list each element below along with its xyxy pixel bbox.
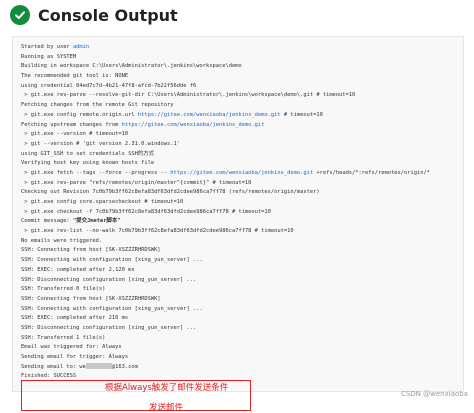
console-line: SSH: Connecting from host [SK-XSZZZRHRDS… <box>21 247 161 254</box>
redacted-mask <box>85 363 112 370</box>
console-line: Verifying host key using known hosts fil… <box>21 160 155 167</box>
console-line: using credential 04ed7c7d-4b21-47f8-afcd… <box>21 82 197 89</box>
console-line: Running as SYSTEM <box>21 53 77 60</box>
console-line: > git.exe rev-parse "refs/remotes/origin… <box>21 179 252 186</box>
watermark: CSDN @wenxiaoba <box>400 390 468 398</box>
console-line: > git.exe rev-list --no-walk 7c0b79b3ff6… <box>21 228 294 235</box>
console-line: Sending email to: we @163.com <box>21 363 138 370</box>
console-line: Sending email for trigger: Always <box>21 354 129 360</box>
console-output-header: Console Output <box>10 4 178 26</box>
console-line: > git.exe config remote.origin.url https… <box>21 111 323 118</box>
console-line: using GIT_SSH to set credentials SSH的方式 <box>21 150 155 157</box>
page-title: Console Output <box>38 5 178 25</box>
console-line: SSH: Connecting with configuration [xing… <box>21 305 203 312</box>
console-line: Email was triggered for: Always <box>21 344 122 351</box>
user-link[interactable]: admin <box>73 44 89 50</box>
console-line: SSH: Connecting with configuration [xing… <box>21 257 203 264</box>
console-line: > git.exe config core.sparsecheckout # t… <box>21 199 184 205</box>
check-circle-icon <box>10 5 30 25</box>
console-line: Commit message: "提交Jmeter脚本" <box>21 218 121 225</box>
console-line: > git.exe --version # timeout=10 <box>21 131 129 138</box>
annotation-send-note: 发送邮件 <box>149 403 184 413</box>
repo-link[interactable]: https://gitee.com/wenxiaoba/jenkins_demo… <box>122 122 265 128</box>
console-line: The recommended git tool is: NONE <box>21 73 129 80</box>
console-line: SSH: EXEC: completed after 210 ms <box>21 315 129 322</box>
console-line: > git.exe rev-parse --resolve-git-dir C:… <box>21 92 356 99</box>
console-line: SSH: Disconnecting configuration [xing_y… <box>21 276 197 283</box>
console-line: No emails were triggered. <box>21 237 103 244</box>
console-line: SSH: Transferred 1 file(s) <box>21 334 106 341</box>
console-log: Started by user admin Running as SYSTEM … <box>12 36 464 413</box>
console-line: Fetching upstream changes from https://g… <box>21 121 265 128</box>
repo-link[interactable]: https://gitee.com/wenxiaoba/jenkins_demo… <box>170 170 313 176</box>
console-line: > git.exe fetch --tags --force --progres… <box>21 169 430 176</box>
console-line: SSH: Disconnecting configuration [xing_y… <box>21 324 197 331</box>
console-line: Started by user admin <box>21 44 90 50</box>
console-line: > git --version # 'git version 2.31.0.wi… <box>21 140 181 147</box>
console-line: Checking out Revision 7c0b79b3ff62c8efa8… <box>21 189 320 196</box>
console-line: SSH: EXEC: completed after 2,120 ms <box>21 266 135 273</box>
console-line: SSH: Transferred 0 file(s) <box>21 286 106 293</box>
console-line: SSH: Connecting from host [SK-XSZZZRHRDS… <box>21 295 161 302</box>
annotation-trigger-note: 根据Always触发了邮件发送条件 <box>105 383 229 393</box>
console-line: Building in workspace C:\Users\Administr… <box>21 63 242 70</box>
repo-link[interactable]: https://gitee.com/wenxiaoba/jenkins_demo… <box>138 112 281 118</box>
console-line: > git.exe checkout -f 7c0b79b3ff62c8efa8… <box>21 208 271 215</box>
console-line: Fetching changes from the remote Git rep… <box>21 102 174 109</box>
